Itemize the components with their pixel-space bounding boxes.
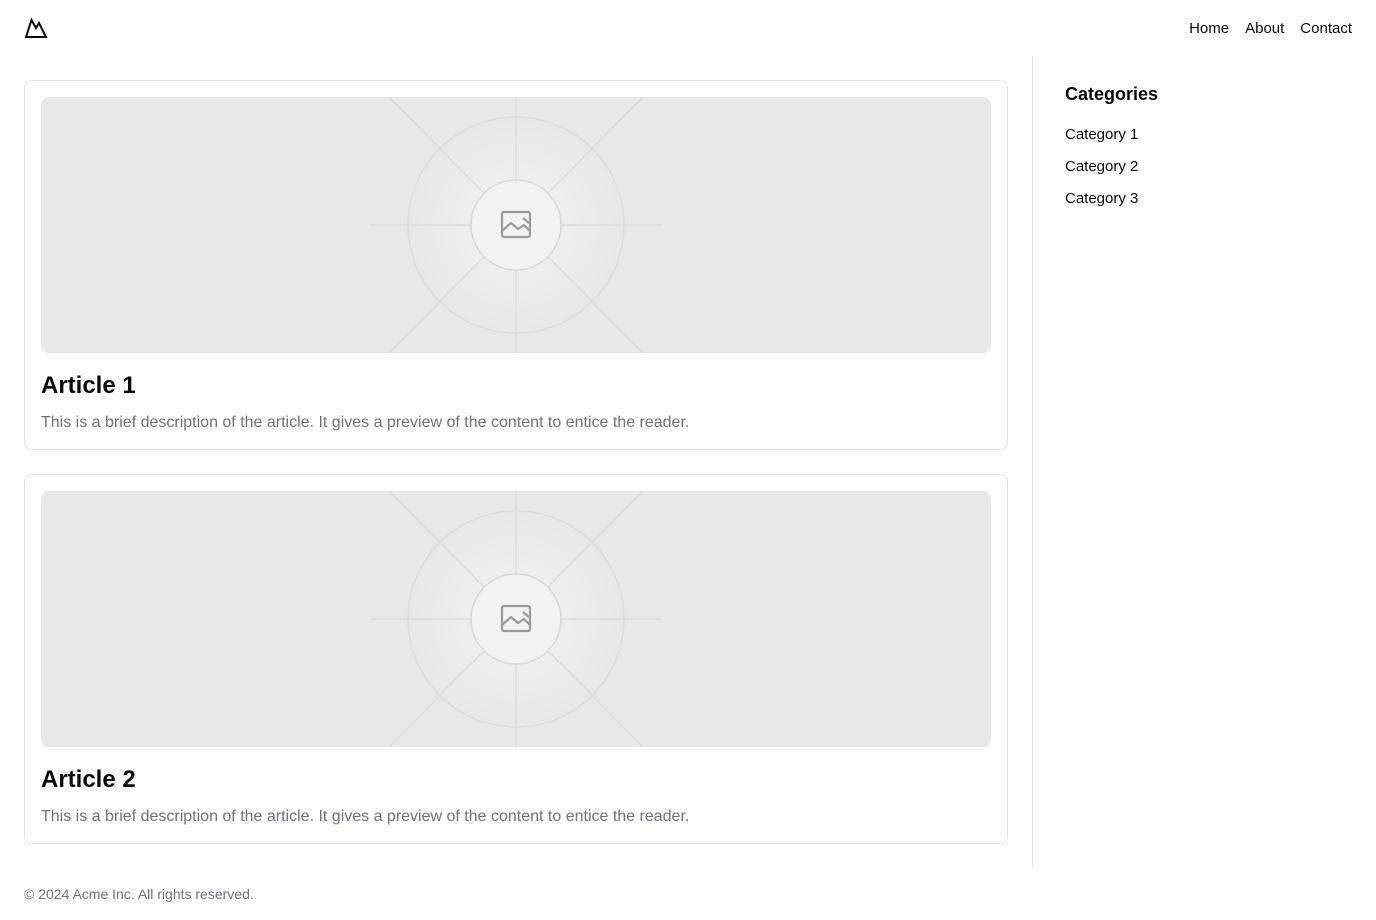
- category-item: Category 3: [1065, 189, 1352, 221]
- nav-home-link[interactable]: Home: [1189, 19, 1229, 39]
- article-description: This is a brief description of the artic…: [41, 808, 690, 825]
- article-title[interactable]: Article 1: [41, 372, 991, 400]
- category-link[interactable]: Category 3: [1065, 190, 1138, 207]
- nav-about-link[interactable]: About: [1245, 19, 1284, 39]
- site-header: Home About Contact: [0, 0, 1376, 56]
- article-card[interactable]: Article 1 This is a brief description of…: [24, 80, 1008, 450]
- category-link[interactable]: Category 2: [1065, 158, 1138, 175]
- article-card[interactable]: Article 2 This is a brief description of…: [24, 474, 1008, 844]
- article-description: This is a brief description of the artic…: [41, 414, 690, 431]
- article-title[interactable]: Article 2: [41, 766, 991, 794]
- category-list: Category 1 Category 2 Category 3: [1065, 125, 1352, 221]
- category-link[interactable]: Category 1: [1065, 126, 1138, 143]
- article-list: Article 1 This is a brief description of…: [24, 80, 1008, 868]
- sidebar-divider: [1032, 56, 1033, 868]
- mountain-logo-icon[interactable]: [24, 16, 48, 40]
- main-nav: Home About Contact: [1189, 19, 1352, 39]
- article-image-placeholder: [41, 491, 991, 747]
- article-image-placeholder: [41, 97, 991, 353]
- nav-contact-link[interactable]: Contact: [1300, 19, 1352, 39]
- site-footer: © 2024 Acme Inc. All rights reserved.: [24, 886, 254, 902]
- category-item: Category 2: [1065, 157, 1352, 189]
- category-item: Category 1: [1065, 125, 1352, 157]
- categories-sidebar: Categories Category 1 Category 2 Categor…: [1065, 82, 1352, 221]
- sidebar-title: Categories: [1065, 84, 1159, 104]
